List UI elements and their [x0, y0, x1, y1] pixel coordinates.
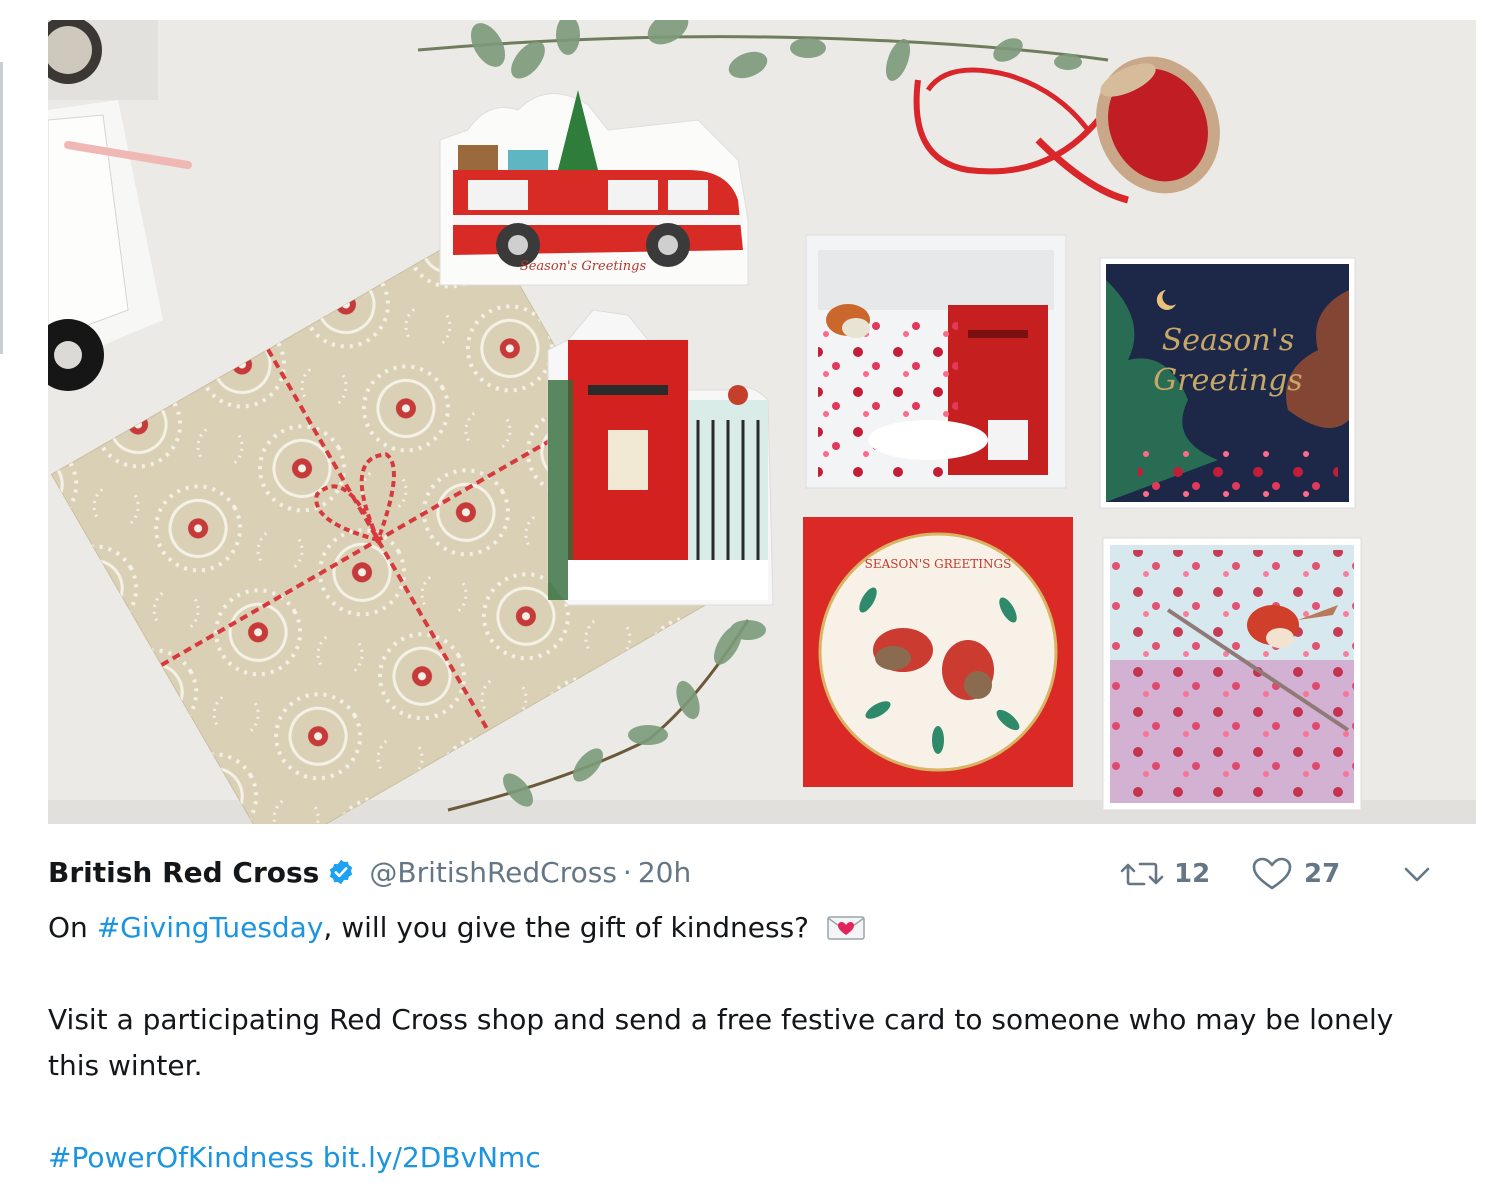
tweet-text: On #GivingTuesday, will you give the gif…: [48, 905, 1448, 1195]
author-handle[interactable]: @BritishRedCross: [369, 856, 617, 889]
navy-card-text-1: Season's: [1162, 323, 1295, 358]
more-options-button[interactable]: [1400, 857, 1434, 891]
red-card-text: SEASON'S GREETINGS: [865, 557, 1012, 571]
header-separator: ·: [622, 855, 632, 889]
retweet-count: 12: [1174, 859, 1211, 889]
text-suffix: , will you give the gift of kindness?: [323, 911, 810, 944]
retweet-icon: [1120, 862, 1164, 886]
text-prefix: On: [48, 911, 97, 944]
tweet-line-3: #PowerOfKindness bit.ly/2DBvNmc: [48, 1135, 1448, 1181]
like-count: 27: [1304, 859, 1341, 889]
love-letter-icon: [827, 916, 865, 940]
tweet-photo[interactable]: Season's Greetings Season's Greetings SE…: [48, 20, 1476, 824]
tweet-actions: 12 27: [1120, 852, 1434, 896]
tweet-timestamp[interactable]: 20h: [638, 856, 691, 889]
retweet-button[interactable]: 12: [1120, 856, 1250, 892]
hashtag-givingtuesday[interactable]: #GivingTuesday: [97, 911, 324, 944]
tweet-header: British Red Cross @BritishRedCross · 20h: [48, 850, 691, 894]
author-name[interactable]: British Red Cross: [48, 856, 319, 889]
hashtag-powerofkindness[interactable]: #PowerOfKindness: [48, 1141, 314, 1174]
navy-card-text-2: Greetings: [1153, 363, 1302, 398]
tweet-paragraph-2: Visit a participating Red Cross shop and…: [48, 1003, 1394, 1082]
van-card-text: Season's Greetings: [520, 259, 647, 274]
heart-icon: [1252, 857, 1292, 890]
window-edge-divider: [0, 62, 3, 354]
like-button[interactable]: 27: [1250, 856, 1400, 892]
verified-badge-icon: [330, 859, 353, 885]
tweet-link[interactable]: bit.ly/2DBvNmc: [323, 1141, 541, 1174]
tweet-card: Season's Greetings Season's Greetings SE…: [0, 0, 1510, 1195]
chevron-down-icon: [1404, 867, 1430, 882]
tweet-line-1: On #GivingTuesday, will you give the gif…: [48, 905, 1448, 951]
